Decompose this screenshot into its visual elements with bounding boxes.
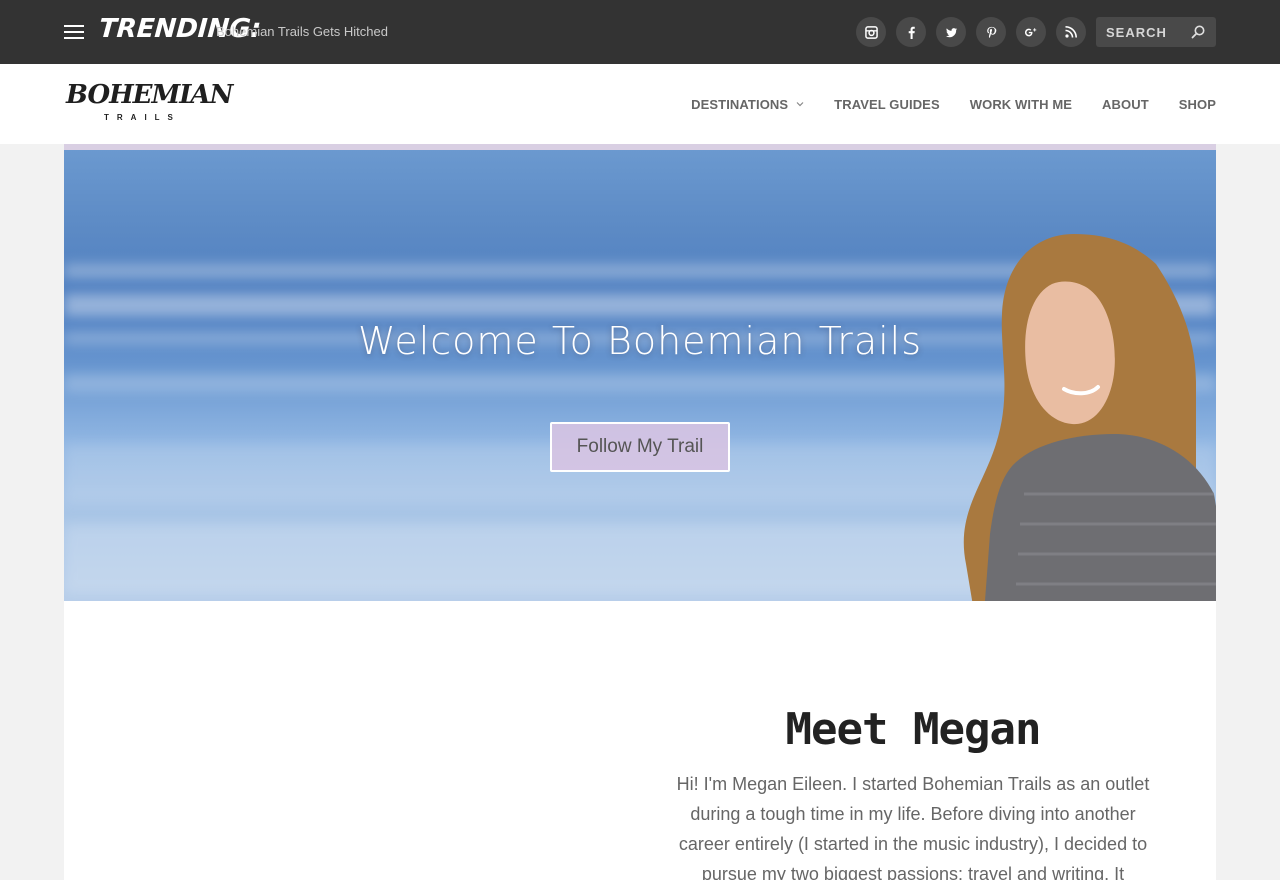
pinterest-icon[interactable] xyxy=(976,17,1006,47)
nav-shop[interactable]: SHOP xyxy=(1179,97,1216,112)
site-logo[interactable]: BOHEMIAN TRAILS xyxy=(66,80,233,130)
nav-about[interactable]: ABOUT xyxy=(1102,97,1149,112)
follow-my-trail-button[interactable]: Follow My Trail xyxy=(550,422,730,472)
rss-icon[interactable] xyxy=(1056,17,1086,47)
nav-work-with-me[interactable]: WORK WITH ME xyxy=(970,97,1072,112)
nav-about-label: ABOUT xyxy=(1102,96,1149,112)
main-nav: DESTINATIONS TRAVEL GUIDES WORK WITH ME … xyxy=(661,64,1216,144)
menu-icon[interactable] xyxy=(64,25,84,39)
meet-megan-text: Hi! I'm Megan Eileen. I started Bohemian… xyxy=(676,774,1150,880)
facebook-icon[interactable] xyxy=(896,17,926,47)
nav-destinations[interactable]: DESTINATIONS xyxy=(691,97,804,112)
nav-destinations-label: DESTINATIONS xyxy=(691,96,789,112)
twitter-icon[interactable] xyxy=(936,17,966,47)
chevron-down-icon xyxy=(796,100,804,108)
site-header: BOHEMIAN TRAILS DESTINATIONS TRAVEL GUID… xyxy=(0,64,1280,144)
search-input[interactable] xyxy=(1096,17,1188,47)
nav-shop-label: SHOP xyxy=(1178,96,1216,112)
nav-travel-guides[interactable]: TRAVEL GUIDES xyxy=(834,97,940,112)
hero-banner: Welcome To Bohemian Trails Follow My Tra… xyxy=(64,144,1216,601)
hero-person-image xyxy=(963,234,1216,601)
content-panel: Welcome To Bohemian Trails Follow My Tra… xyxy=(64,144,1216,880)
nav-travel-guides-label: TRAVEL GUIDES xyxy=(834,96,940,112)
logo-sub-text: TRAILS xyxy=(104,113,181,122)
instagram-icon[interactable] xyxy=(856,17,886,47)
search-icon[interactable] xyxy=(1190,24,1206,40)
top-bar: TRENDING: Bohemian Trails Gets Hitched xyxy=(0,0,1280,64)
trending-link[interactable]: Bohemian Trails Gets Hitched xyxy=(216,24,388,39)
meet-megan-heading: Meet Megan xyxy=(785,704,1042,755)
hero-title: Welcome To Bohemian Trails xyxy=(357,319,923,363)
nav-work-with-me-label: WORK WITH ME xyxy=(969,96,1073,112)
social-links xyxy=(856,17,1086,47)
search-box xyxy=(1096,17,1216,47)
google-plus-icon[interactable] xyxy=(1016,17,1046,47)
logo-main-text: BOHEMIAN xyxy=(66,80,233,110)
